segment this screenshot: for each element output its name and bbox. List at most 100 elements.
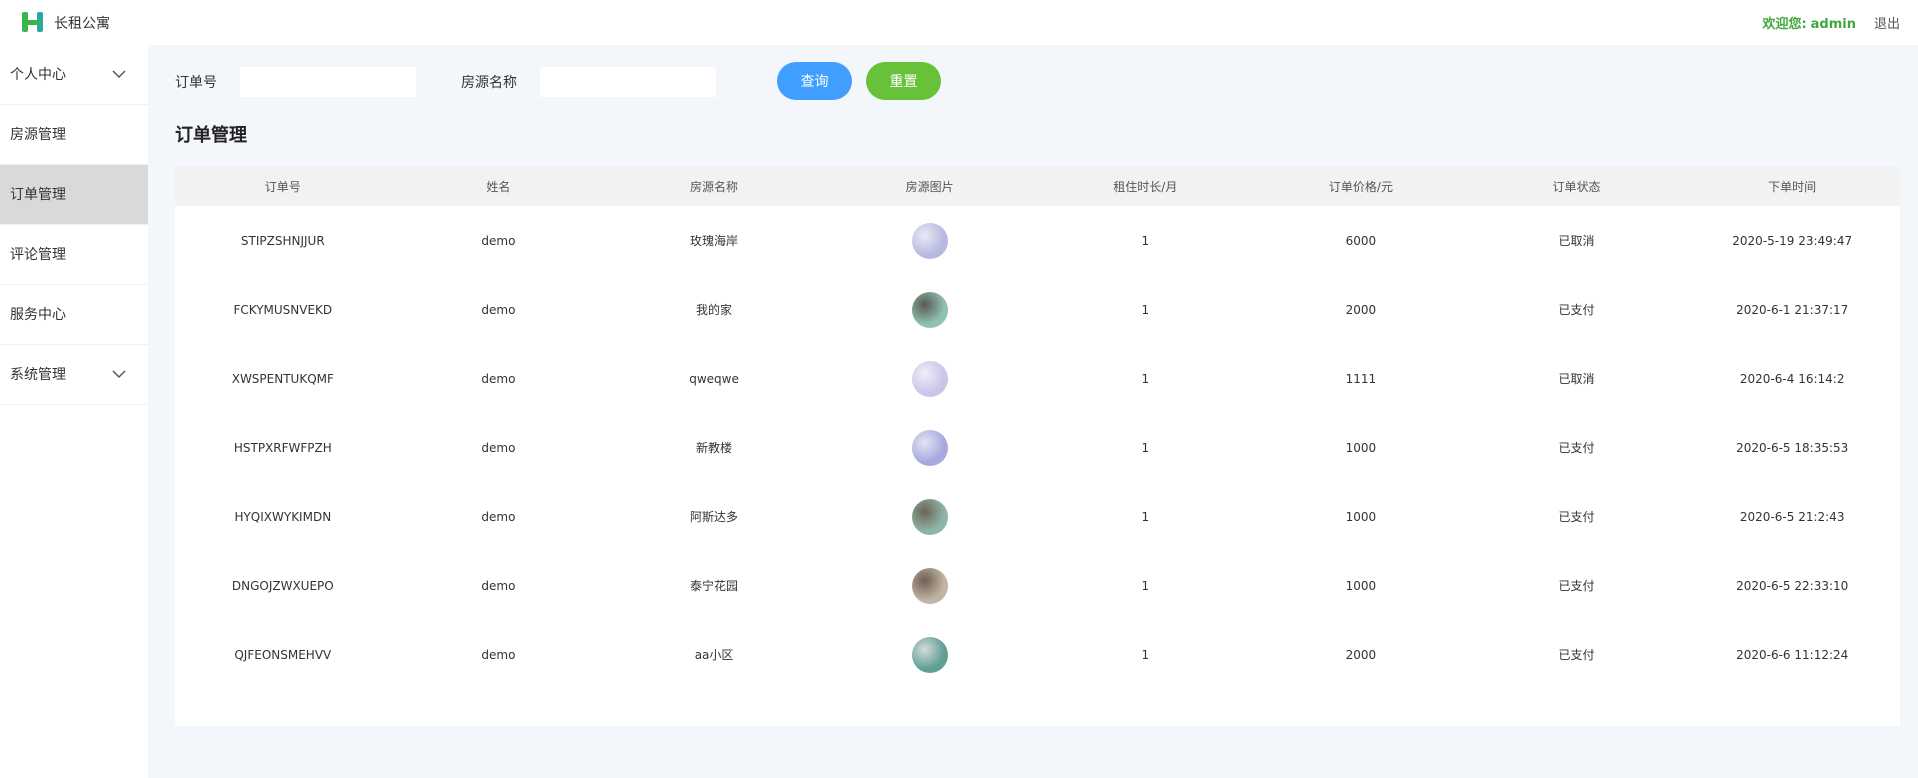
cell-price: 1000 (1345, 578, 1377, 593)
welcome-label: 欢迎您: (1762, 17, 1807, 32)
reset-button[interactable]: 重置 (866, 62, 941, 100)
house-thumbnail-image[interactable] (911, 567, 948, 604)
cell-months: 1 (1141, 440, 1150, 455)
cell-status: 已支付 (1558, 510, 1595, 524)
house-thumbnail-image[interactable] (911, 498, 948, 535)
chevron-down-icon (112, 370, 126, 379)
cell-order-no: QJFEONSMEHVV (234, 647, 332, 662)
cell-price: 1000 (1345, 509, 1377, 524)
cell-house-image (822, 413, 1038, 482)
app-title: 长租公寓 (54, 16, 110, 32)
cell-name: demo (481, 371, 516, 386)
cell-house-image (822, 620, 1038, 689)
cell-status: 已支付 (1558, 441, 1595, 455)
cell-house-image (822, 482, 1038, 551)
cell-order-time: 2020-6-5 21:2:43 (1739, 509, 1845, 524)
column-header-status: 订单状态 (1552, 179, 1601, 194)
page-title: 订单管理 (175, 125, 247, 146)
table-row: HSTPXRFWFPZH demo 新教楼 1 1000 已支付 2020-6-5 18:3… (175, 413, 1900, 482)
cell-months: 1 (1141, 371, 1150, 386)
cell-name: demo (481, 302, 516, 317)
cell-house-name: 阿斯达多 (690, 510, 739, 524)
sidebar-item-label: 订单管理 (10, 187, 66, 203)
cell-price: 2000 (1345, 302, 1377, 317)
sidebar-item-comment-management[interactable]: 评论管理 (0, 225, 148, 285)
query-button[interactable]: 查询 (777, 62, 852, 100)
column-header-order-time: 下单时间 (1768, 179, 1817, 194)
house-name-input[interactable] (540, 67, 716, 97)
cell-order-no: FCKYMUSNVEKD (233, 302, 333, 317)
order-no-input[interactable] (240, 67, 416, 97)
cell-status: 已支付 (1558, 579, 1595, 593)
table-header-row: 订单号 姓名 房源名称 房源图片 租住时长/月 订单价格/元 订单状态 下单时间 (175, 166, 1900, 206)
column-header-order-no: 订单号 (264, 179, 301, 194)
cell-name: demo (481, 440, 516, 455)
cell-order-no: HYQIXWYKIMDN (234, 509, 332, 524)
sidebar-item-label: 评论管理 (10, 247, 66, 263)
house-thumbnail-image[interactable] (911, 429, 948, 466)
sidebar-item-personal-center[interactable]: 个人中心 (0, 45, 148, 105)
cell-house-name: 泰宁花园 (690, 579, 739, 593)
cell-status: 已支付 (1558, 303, 1595, 317)
sidebar-item-house-management[interactable]: 房源管理 (0, 105, 148, 165)
cell-house-name: 新教楼 (696, 441, 733, 455)
cell-order-no: STIPZSHNJJUR (240, 233, 325, 248)
cell-status: 已支付 (1558, 648, 1595, 662)
logout-link[interactable]: 退出 (1874, 13, 1900, 32)
cell-house-image (822, 344, 1038, 413)
cell-order-time: 2020-5-19 23:49:47 (1732, 233, 1853, 248)
cell-status: 已取消 (1558, 372, 1595, 386)
cell-order-no: XWSPENTUKQMF (231, 371, 334, 386)
cell-months: 1 (1141, 233, 1150, 248)
cell-house-name: 玫瑰海岸 (690, 234, 739, 248)
cell-name: demo (481, 233, 516, 248)
sidebar-item-service-center[interactable]: 服务中心 (0, 285, 148, 345)
sidebar-item-label: 系统管理 (10, 367, 66, 383)
cell-name: demo (481, 578, 516, 593)
cell-house-name: aa小区 (694, 648, 734, 662)
sidebar-item-label: 房源管理 (10, 127, 66, 143)
cell-name: demo (481, 647, 516, 662)
sidebar-item-system-management[interactable]: 系统管理 (0, 345, 148, 405)
table-row: QJFEONSMEHVV demo aa小区 1 2000 已支付 2020-6-6 11:… (175, 620, 1900, 689)
cell-order-time: 2020-6-5 18:35:53 (1736, 440, 1849, 455)
column-header-price: 订单价格/元 (1328, 179, 1393, 194)
cell-months: 1 (1141, 302, 1150, 317)
cell-order-time: 2020-6-4 16:14:2 (1739, 371, 1845, 386)
cell-house-name: qweqwe (689, 371, 739, 386)
cell-price: 2000 (1345, 647, 1377, 662)
column-header-months: 租住时长/月 (1113, 179, 1178, 194)
house-thumbnail-image[interactable] (911, 222, 948, 259)
cell-order-time: 2020-6-5 22:33:10 (1736, 578, 1849, 593)
sidebar-item-label: 服务中心 (10, 307, 66, 323)
cell-price: 1111 (1345, 371, 1377, 386)
cell-price: 1000 (1345, 440, 1377, 455)
cell-order-time: 2020-6-6 11:12:24 (1736, 647, 1849, 662)
column-header-house-name: 房源名称 (690, 179, 739, 194)
cell-order-time: 2020-6-1 21:37:17 (1736, 302, 1849, 317)
house-thumbnail-image[interactable] (911, 360, 948, 397)
main-content: 订单号 房源名称 查询 重置 订单管理 订单号 姓名 房源名称 房源图片 租住时… (148, 45, 1918, 778)
house-thumbnail-image[interactable] (911, 291, 948, 328)
table-row: STIPZSHNJJUR demo 玫瑰海岸 1 6000 已取消 2020-5-19 23… (175, 206, 1900, 275)
username: admin (1810, 17, 1856, 32)
column-header-house-image: 房源图片 (905, 179, 954, 194)
cell-price: 6000 (1345, 233, 1377, 248)
sidebar: 个人中心 房源管理 订单管理 评论管理 服务中心 系统管理 (0, 45, 148, 778)
cell-months: 1 (1141, 578, 1150, 593)
house-thumbnail-image[interactable] (911, 636, 948, 673)
cell-house-image (822, 206, 1038, 275)
sidebar-item-label: 个人中心 (10, 67, 66, 83)
app-logo-icon (22, 12, 43, 32)
cell-order-no: DNGOJZWXUEPO (231, 578, 334, 593)
sidebar-item-order-management[interactable]: 订单管理 (0, 165, 148, 225)
cell-order-no: HSTPXRFWFPZH (233, 440, 332, 455)
table-row: XWSPENTUKQMF demo qweqwe 1 1111 已取消 2020-6-4 1… (175, 344, 1900, 413)
table-row: FCKYMUSNVEKD demo 我的家 1 2000 已支付 2020-6-1 21:3… (175, 275, 1900, 344)
column-header-name: 姓名 (486, 179, 511, 194)
cell-name: demo (481, 509, 516, 524)
house-name-label: 房源名称 (461, 75, 517, 91)
table-row: DNGOJZWXUEPO demo 泰宁花园 1 1000 已支付 2020-6-5 22:… (175, 551, 1900, 620)
top-bar: 长租公寓 欢迎您: admin 退出 (0, 0, 1918, 45)
orders-table: 订单号 姓名 房源名称 房源图片 租住时长/月 订单价格/元 订单状态 下单时间… (175, 166, 1900, 689)
